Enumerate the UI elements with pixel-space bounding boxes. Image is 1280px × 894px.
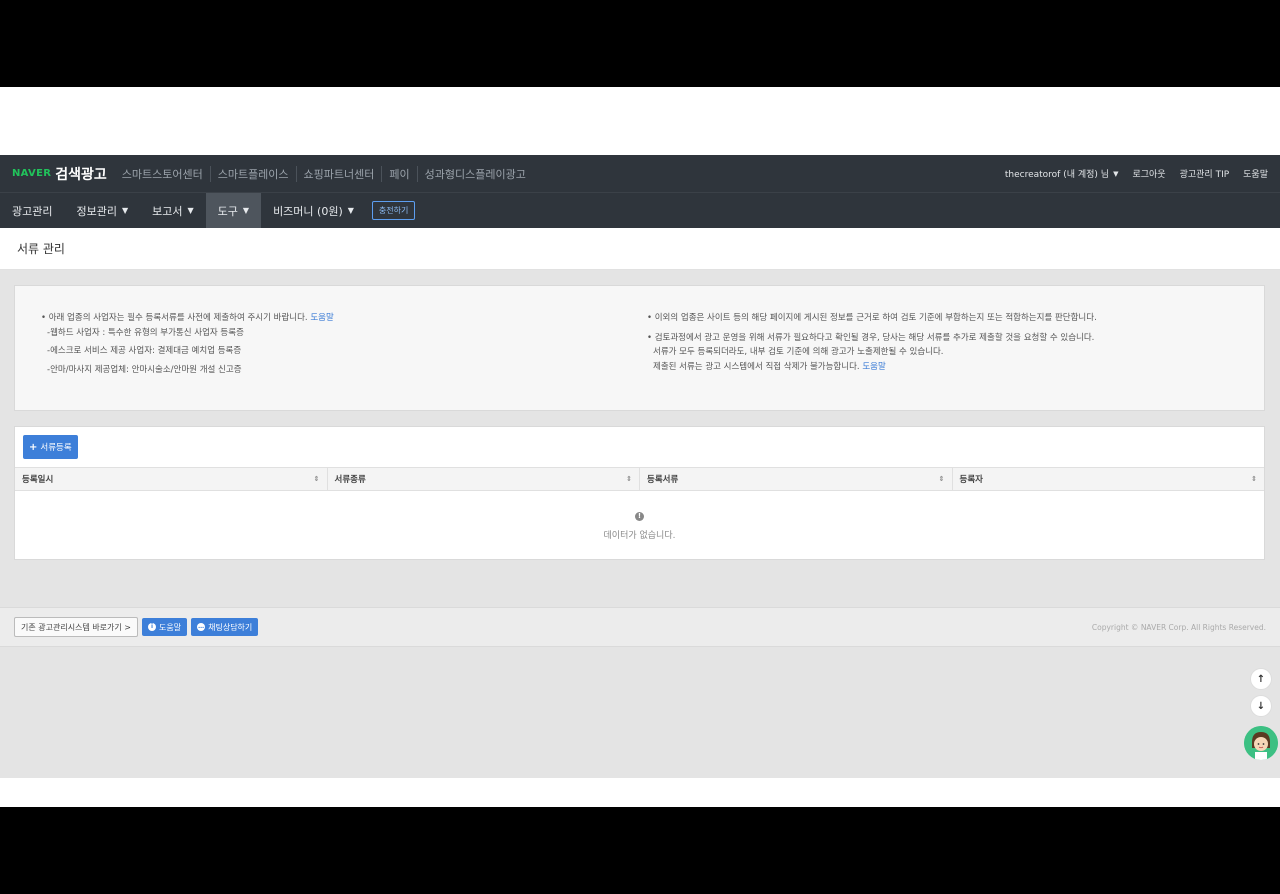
notice-text: • 아래 업종의 사업자는 필수 등록서류를 사전에 제출하여 주시기 바랍니다… bbox=[41, 313, 308, 323]
notice-box: • 아래 업종의 사업자는 필수 등록서류를 사전에 제출하여 주시기 바랍니다… bbox=[14, 285, 1265, 411]
sort-icon: ⇕ bbox=[938, 475, 945, 483]
notice-line: • 검토과정에서 광고 운영을 위해 서류가 필요하다고 확인될 경우, 당사는… bbox=[647, 332, 1095, 343]
content-area: • 아래 업종의 사업자는 필수 등록서류를 사전에 제출하여 주시기 바랍니다… bbox=[0, 270, 1280, 778]
notice-text: 제출된 서류는 광고 시스템에서 직접 삭제가 불가능합니다. bbox=[653, 361, 860, 372]
service-link-smartstore[interactable]: 스마트스토어센터 bbox=[115, 166, 210, 182]
notice-line: • 아래 업종의 사업자는 필수 등록서류를 사전에 제출하여 주시기 바랍니다… bbox=[41, 314, 334, 323]
notice-line: 제출된 서류는 광고 시스템에서 직접 삭제가 불가능합니다. 도움말 bbox=[653, 361, 1097, 372]
service-links: 스마트스토어센터 스마트플레이스 쇼핑파트너센터 페이 성과형디스플레이광고 bbox=[115, 165, 533, 182]
scroll-top-button[interactable]: ↑ bbox=[1250, 668, 1272, 690]
notice-help-link[interactable]: 도움말 bbox=[310, 313, 333, 323]
nav-reports[interactable]: 보고서 ▼ bbox=[140, 193, 206, 228]
column-header-doc[interactable]: 등록서류 ⇕ bbox=[640, 468, 953, 490]
help-link[interactable]: 도움말 bbox=[1243, 167, 1268, 180]
service-link-pay[interactable]: 페이 bbox=[381, 165, 416, 182]
notice-help-link[interactable]: 도움말 bbox=[862, 362, 885, 372]
column-header-registrant[interactable]: 등록자 ⇕ bbox=[953, 468, 1265, 490]
nav-label: 도구 bbox=[217, 204, 238, 218]
notice-line: • 이외의 업종은 사이트 등의 해당 페이지에 게시된 정보를 근거로 하여 … bbox=[647, 313, 1097, 323]
info-icon: i bbox=[148, 623, 157, 631]
nav-tools[interactable]: 도구 ▼ bbox=[205, 193, 262, 228]
chevron-down-icon: ▼ bbox=[121, 206, 129, 215]
column-header-date[interactable]: 등록일시 ⇕ bbox=[15, 468, 328, 490]
nav-ad-management[interactable]: 광고관리 bbox=[0, 193, 64, 228]
page-title: 서류 관리 bbox=[17, 242, 65, 256]
copyright-text: Copyright © NAVER Corp. All Rights Reser… bbox=[1091, 622, 1266, 632]
account-menu[interactable]: thecreatorof (내 계정) 님 ▼ bbox=[1004, 167, 1119, 181]
add-document-button[interactable]: + 서류등록 bbox=[23, 435, 78, 459]
empty-text: 데이터가 없습니다. bbox=[603, 531, 676, 541]
nav-info-management[interactable]: 정보관리 ▼ bbox=[64, 193, 140, 228]
logout-link[interactable]: 로그아웃 bbox=[1132, 167, 1165, 180]
notice-item: -안마/마사지 제공업체: 안마시술소/안마원 개설 신고증 bbox=[47, 364, 242, 375]
chevron-down-icon: ▼ bbox=[1113, 169, 1119, 178]
avatar-graphic bbox=[1244, 726, 1278, 760]
chevron-down-icon: ▼ bbox=[242, 206, 250, 215]
plus-icon: + bbox=[29, 441, 38, 453]
footer: 기존 광고관리시스템 바로가기 > i 도움말 … 채팅상담하기 Copyrig… bbox=[0, 607, 1280, 647]
notice-right: • 이외의 업종은 사이트 등의 해당 페이지에 게시된 정보를 근거로 하여 … bbox=[647, 314, 1097, 371]
app-window: NAVER 검색광고 스마트스토어센터 스마트플레이스 쇼핑파트너센터 페이 성… bbox=[0, 87, 1280, 807]
notice-left: • 아래 업종의 사업자는 필수 등록서류를 사전에 제출하여 주시기 바랍니다… bbox=[41, 314, 334, 374]
nav-label: 비즈머니 (0원) bbox=[273, 204, 343, 218]
column-header-doc-type[interactable]: 서류종류 ⇕ bbox=[328, 468, 640, 490]
table-header: 등록일시 ⇕ 서류종류 ⇕ 등록서류 ⇕ 등록자 ⇕ bbox=[15, 467, 1264, 491]
add-document-label: 서류등록 bbox=[40, 443, 72, 453]
legacy-system-button[interactable]: 기존 광고관리시스템 바로가기 > bbox=[14, 617, 139, 637]
notice-item: -웹하드 사업자 : 특수한 유형의 부가통신 사업자 등록증 bbox=[47, 327, 244, 338]
naver-logo[interactable]: NAVER bbox=[12, 168, 51, 179]
document-table-panel: + 서류등록 등록일시 ⇕ 서류종류 ⇕ 등록서류 ⇕ 등록자 ⇕ ! 데이터가… bbox=[14, 426, 1265, 560]
nav-label: 광고관리 bbox=[12, 204, 53, 218]
service-link-shopping-partner[interactable]: 쇼핑파트너센터 bbox=[295, 165, 382, 182]
footer-help-label: 도움말 bbox=[159, 622, 182, 632]
empty-state: ! 데이터가 없습니다. bbox=[15, 511, 1264, 541]
notice-item: -에스크로 서비스 제공 사업자: 결제대금 예치업 등록증 bbox=[47, 346, 242, 356]
sort-icon: ⇕ bbox=[626, 475, 632, 483]
arrow-up-icon: ↑ bbox=[1256, 673, 1266, 685]
chevron-down-icon: ▼ bbox=[347, 206, 354, 215]
chat-icon: … bbox=[197, 623, 206, 631]
column-label: 등록일시 bbox=[22, 475, 54, 485]
charge-button[interactable]: 충전하기 bbox=[371, 201, 416, 220]
arrow-down-icon: ↓ bbox=[1256, 700, 1266, 712]
brand-title[interactable]: 검색광고 bbox=[55, 164, 107, 184]
brand: NAVER 검색광고 스마트스토어센터 스마트플레이스 쇼핑파트너센터 페이 성… bbox=[12, 164, 533, 184]
account-label: thecreatorof (내 계정) 님 bbox=[1004, 170, 1110, 180]
top-spacer bbox=[0, 87, 1280, 155]
info-icon: ! bbox=[635, 512, 644, 521]
nav-bizmoney[interactable]: 비즈머니 (0원) ▼ bbox=[261, 193, 366, 228]
tip-link[interactable]: 광고관리 TIP bbox=[1180, 167, 1230, 180]
sort-icon: ⇕ bbox=[1251, 475, 1257, 483]
column-label: 등록서류 bbox=[647, 475, 679, 485]
main-nav: 광고관리 정보관리 ▼ 보고서 ▼ 도구 ▼ 비즈머니 (0원) ▼ 충전하기 bbox=[0, 192, 1280, 228]
top-right-menu: thecreatorof (내 계정) 님 ▼ 로그아웃 광고관리 TIP 도움… bbox=[991, 167, 1268, 181]
sort-icon: ⇕ bbox=[313, 475, 320, 483]
chat-consult-label: 채팅상담하기 bbox=[208, 622, 253, 632]
chevron-down-icon: ▼ bbox=[187, 206, 194, 215]
nav-label: 보고서 bbox=[152, 204, 183, 218]
column-label: 서류종류 bbox=[334, 475, 366, 485]
service-link-display-ads[interactable]: 성과형디스플레이광고 bbox=[416, 165, 533, 182]
page-title-bar: 서류 관리 bbox=[0, 228, 1280, 270]
chat-consult-button[interactable]: … 채팅상담하기 bbox=[191, 618, 259, 636]
scroll-bottom-button[interactable]: ↓ bbox=[1250, 695, 1272, 717]
notice-line: 서류가 모두 등록되더라도, 내부 검토 기준에 의해 광고가 노출제한될 수 … bbox=[653, 347, 944, 357]
column-label: 등록자 bbox=[959, 475, 983, 485]
nav-label: 정보관리 bbox=[76, 204, 117, 218]
service-link-smartplace[interactable]: 스마트플레이스 bbox=[209, 165, 296, 182]
top-bar: NAVER 검색광고 스마트스토어센터 스마트플레이스 쇼핑파트너센터 페이 성… bbox=[0, 155, 1280, 192]
chatbot-avatar-icon[interactable] bbox=[1244, 726, 1278, 760]
footer-help-button[interactable]: i 도움말 bbox=[142, 618, 188, 636]
